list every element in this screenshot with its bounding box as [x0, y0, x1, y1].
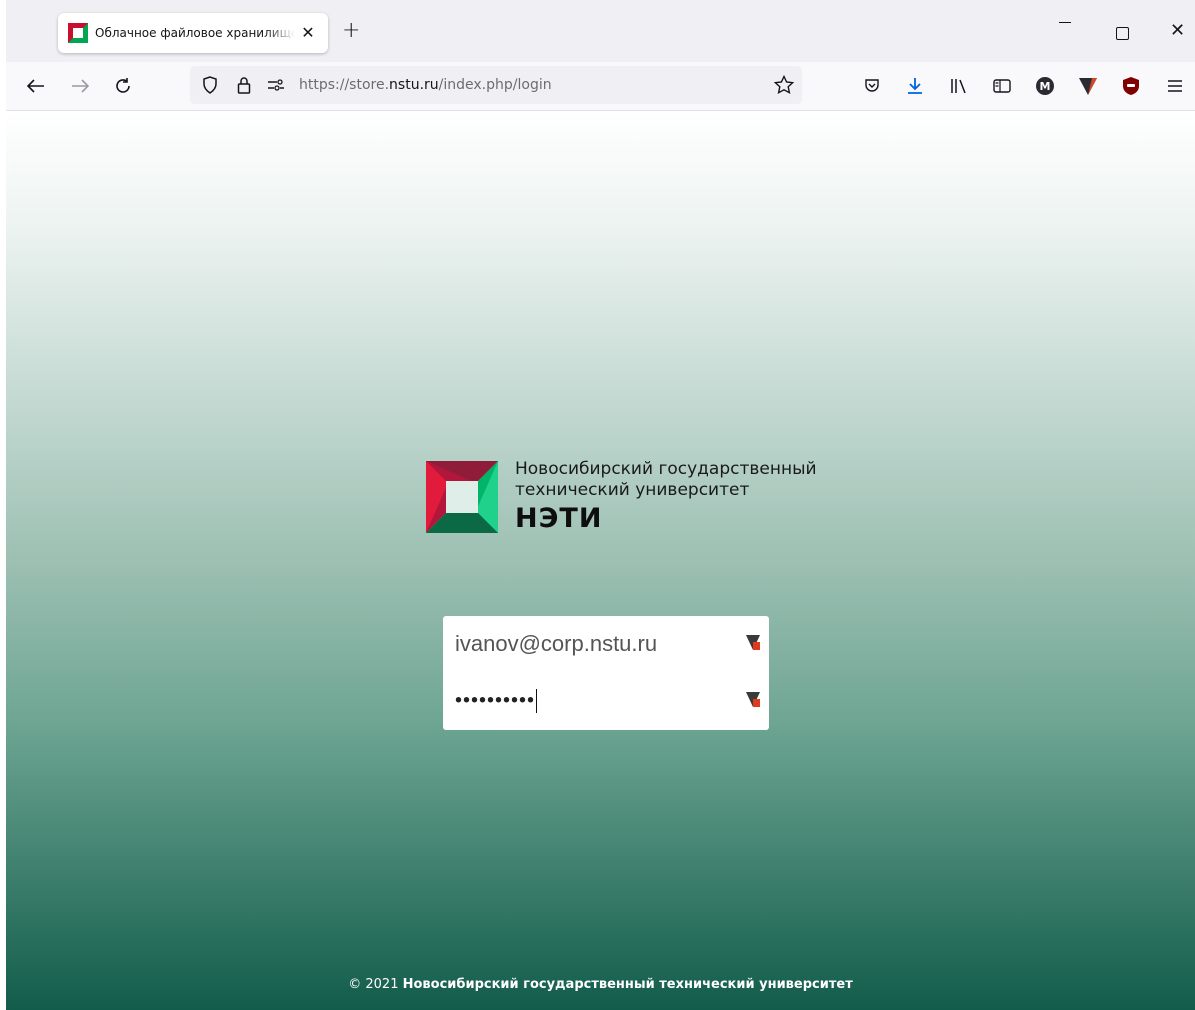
- username-field[interactable]: ivanov@corp.nstu.ru: [443, 616, 769, 673]
- app-menu-icon[interactable]: [1161, 72, 1189, 100]
- ublock-icon[interactable]: [1117, 72, 1145, 100]
- login-form: ivanov@corp.nstu.ru ••••••••••: [443, 616, 769, 730]
- tab-strip: Облачное файловое хранилище ✕ + ✕: [6, 0, 1195, 62]
- library-icon[interactable]: [945, 72, 973, 100]
- logo-abbreviation: НЭТИ: [515, 503, 603, 534]
- close-window-button[interactable]: ✕: [1170, 22, 1185, 40]
- shield-icon[interactable]: [196, 71, 224, 99]
- password-mask: ••••••••••: [455, 689, 536, 712]
- navigation-toolbar: https://store.nstu.ru/index.php/login M: [6, 62, 1195, 111]
- back-icon[interactable]: [22, 72, 50, 100]
- page-content: Новосибирский государственный технически…: [6, 111, 1195, 1010]
- password-manager-icon[interactable]: [745, 634, 761, 652]
- url-domain: nstu.ru: [389, 77, 439, 93]
- tab-active[interactable]: Облачное файловое хранилище ✕: [58, 13, 328, 53]
- footer-copyright: © 2021: [348, 977, 399, 992]
- address-bar[interactable]: https://store.nstu.ru/index.php/login: [190, 66, 802, 104]
- text-caret: [536, 689, 538, 713]
- page-footer: © 2021 Новосибирский государственный тех…: [6, 977, 1195, 992]
- tab-close-icon[interactable]: ✕: [299, 25, 317, 41]
- university-logo: Новосибирский государственный технически…: [426, 459, 876, 539]
- browser-window: Облачное файловое хранилище ✕ + ✕ https:…: [6, 0, 1195, 1010]
- extension-v-icon[interactable]: [1074, 72, 1102, 100]
- tab-title: Облачное файловое хранилище: [95, 26, 295, 40]
- password-field[interactable]: ••••••••••: [443, 673, 769, 730]
- username-value: ivanov@corp.nstu.ru: [455, 631, 658, 656]
- url-path: /index.php/login: [438, 77, 552, 93]
- footer-org: Новосибирский государственный технически…: [402, 977, 853, 992]
- lock-icon[interactable]: [230, 71, 258, 99]
- extension-m-icon[interactable]: M: [1031, 72, 1059, 100]
- forward-icon[interactable]: [66, 72, 94, 100]
- minimize-button[interactable]: [1059, 22, 1071, 23]
- password-value: ••••••••••: [455, 689, 538, 713]
- neti-logo-mark-icon: [426, 461, 498, 533]
- password-manager-icon[interactable]: [745, 691, 761, 709]
- bookmark-star-icon[interactable]: [770, 71, 798, 99]
- permissions-icon[interactable]: [262, 71, 290, 99]
- url-text[interactable]: https://store.nstu.ru/index.php/login: [299, 77, 552, 93]
- site-favicon-icon: [68, 23, 88, 43]
- new-tab-button[interactable]: +: [342, 20, 360, 42]
- logo-text-line2: технический университет: [515, 480, 750, 500]
- svg-text:M: M: [1040, 80, 1051, 93]
- download-icon[interactable]: [901, 72, 929, 100]
- sidebar-icon[interactable]: [988, 72, 1016, 100]
- maximize-button[interactable]: [1116, 27, 1129, 40]
- reload-icon[interactable]: [109, 72, 137, 100]
- logo-text-line1: Новосибирский государственный: [515, 459, 817, 479]
- pocket-icon[interactable]: [858, 72, 886, 100]
- url-prefix: https://store.: [299, 77, 390, 93]
